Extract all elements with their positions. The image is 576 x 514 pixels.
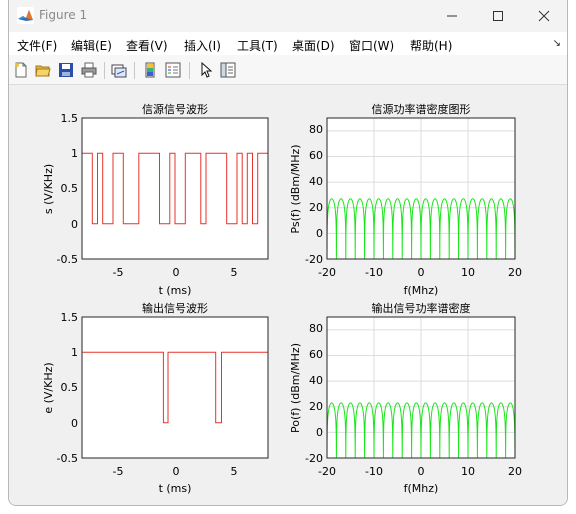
y-tick-label: 0 xyxy=(316,227,323,240)
y-tick-label: 0.5 xyxy=(61,182,79,195)
property-editor-icon xyxy=(220,62,236,78)
x-tick-label: 5 xyxy=(231,465,238,478)
y-tick-label: -0.5 xyxy=(57,253,78,266)
x-tick-label: -10 xyxy=(365,465,383,478)
y-tick-label: 20 xyxy=(309,201,323,214)
close-icon xyxy=(538,10,550,22)
plot-source-psd: 信源功率谱密度图形 f(Mhz) Ps(f) (dBm/MHz) -20 -10… xyxy=(289,102,522,297)
y-tick-label: 1 xyxy=(71,147,78,160)
minimize-icon xyxy=(447,15,457,17)
plot-output-waveform: 输出信号波形 t (ms) e (V/KHz) -5 0 5 -0.5 0 0.… xyxy=(42,301,269,495)
y-axis-label: s (V/KHz) xyxy=(42,164,55,214)
colorbar-button[interactable] xyxy=(141,61,159,79)
x-axis-label: f(Mhz) xyxy=(404,284,439,297)
y-tick-label: 1 xyxy=(71,346,78,359)
menu-desktop[interactable]: 桌面(D) xyxy=(292,37,335,54)
x-tick-label: 0 xyxy=(418,266,425,279)
plot-output-psd: 输出信号功率谱密度 f(Mhz) Po(f) (dBm/MHz) -20 -10… xyxy=(289,301,522,495)
menu-bar: 文件(F) 编辑(E) 查看(V) 插入(I) 工具(T) 桌面(D) 窗口(W… xyxy=(9,32,567,55)
y-tick-label: -20 xyxy=(305,253,323,266)
legend-icon xyxy=(165,62,181,78)
matlab-icon xyxy=(17,7,34,24)
toolbar-separator xyxy=(134,62,135,79)
y-tick-label: 60 xyxy=(309,149,323,162)
x-tick-label: 10 xyxy=(461,465,475,478)
figure-window: Figure 1 文件(F) 编辑(E) 查看(V) 插入(I) 工具(T) 桌… xyxy=(8,0,568,506)
x-tick-label: 10 xyxy=(461,266,475,279)
plots-svg: 信源信号波形 t (ms) s (V/KHz) -5 0 5 -0.5 0 0.… xyxy=(42,102,522,495)
minimize-button[interactable] xyxy=(429,0,475,32)
y-tick-label: 1.5 xyxy=(61,112,79,125)
x-tick-label: 20 xyxy=(508,465,522,478)
x-tick-label: -20 xyxy=(318,266,336,279)
new-figure-button[interactable] xyxy=(12,61,30,79)
pointer-icon xyxy=(201,62,213,78)
menu-insert[interactable]: 插入(I) xyxy=(184,37,221,54)
link-plot-icon xyxy=(111,64,127,78)
plot-title: 信源功率谱密度图形 xyxy=(372,102,471,116)
legend-button[interactable] xyxy=(164,61,182,79)
y-tick-label: 60 xyxy=(309,348,323,361)
toolbar-separator xyxy=(104,62,105,79)
colorbar-icon xyxy=(145,62,155,78)
open-file-icon xyxy=(35,65,51,77)
dock-arrow-icon[interactable]: ↘ xyxy=(553,38,561,49)
toolbar xyxy=(9,55,567,85)
x-axis-label: f(Mhz) xyxy=(404,482,439,495)
x-tick-label: 20 xyxy=(508,266,522,279)
x-tick-label: -20 xyxy=(318,465,336,478)
maximize-icon xyxy=(493,11,503,21)
y-tick-label: 0 xyxy=(71,417,78,430)
y-tick-label: 0.5 xyxy=(61,381,79,394)
y-tick-label: 1.5 xyxy=(61,311,79,324)
title-bar[interactable]: Figure 1 xyxy=(9,0,567,32)
x-axis-label: t (ms) xyxy=(159,284,192,297)
print-button[interactable] xyxy=(80,61,98,79)
y-tick-label: -0.5 xyxy=(57,452,78,465)
x-tick-label: 0 xyxy=(173,266,180,279)
menu-edit[interactable]: 编辑(E) xyxy=(71,37,112,54)
x-tick-label: 5 xyxy=(231,266,238,279)
close-button[interactable] xyxy=(521,0,567,32)
x-tick-label: -5 xyxy=(113,465,124,478)
y-tick-label: 80 xyxy=(309,123,323,136)
y-tick-label: 20 xyxy=(309,400,323,413)
x-tick-label: -10 xyxy=(365,266,383,279)
pointer-button[interactable] xyxy=(197,61,215,79)
save-icon xyxy=(59,63,73,77)
plot-title: 输出信号功率谱密度 xyxy=(372,301,471,315)
menu-view[interactable]: 查看(V) xyxy=(126,37,168,54)
figure-canvas: 信源信号波形 t (ms) s (V/KHz) -5 0 5 -0.5 0 0.… xyxy=(9,85,567,505)
y-tick-label: 40 xyxy=(309,374,323,387)
window-title: Figure 1 xyxy=(39,8,88,22)
plot-title: 信源信号波形 xyxy=(142,102,208,116)
save-button[interactable] xyxy=(57,61,75,79)
open-file-button[interactable] xyxy=(34,61,52,79)
x-tick-label: -5 xyxy=(113,266,124,279)
x-tick-label: 0 xyxy=(418,465,425,478)
menu-help[interactable]: 帮助(H) xyxy=(410,37,452,54)
menu-window[interactable]: 窗口(W) xyxy=(349,37,394,54)
print-icon xyxy=(81,62,97,78)
maximize-button[interactable] xyxy=(475,0,521,32)
y-tick-label: 80 xyxy=(309,322,323,335)
y-tick-label: 40 xyxy=(309,175,323,188)
plot-title: 输出信号波形 xyxy=(142,301,208,315)
y-axis-label: Po(f) (dBm/MHz) xyxy=(289,343,302,433)
plot-source-waveform: 信源信号波形 t (ms) s (V/KHz) -5 0 5 -0.5 0 0.… xyxy=(42,102,269,297)
y-tick-label: -20 xyxy=(305,452,323,465)
menu-tools[interactable]: 工具(T) xyxy=(237,37,278,54)
y-axis-label: e (V/KHz) xyxy=(42,362,55,413)
property-editor-button[interactable] xyxy=(219,61,237,79)
x-tick-label: 0 xyxy=(173,465,180,478)
menu-file[interactable]: 文件(F) xyxy=(17,37,57,54)
axes-box xyxy=(82,317,268,458)
toolbar-separator xyxy=(189,62,190,79)
x-axis-label: t (ms) xyxy=(159,482,192,495)
y-axis-label: Ps(f) (dBm/MHz) xyxy=(289,144,302,233)
link-plot-button[interactable] xyxy=(110,61,128,79)
new-figure-icon xyxy=(15,62,27,78)
y-tick-label: 0 xyxy=(71,218,78,231)
y-tick-label: 0 xyxy=(316,426,323,439)
